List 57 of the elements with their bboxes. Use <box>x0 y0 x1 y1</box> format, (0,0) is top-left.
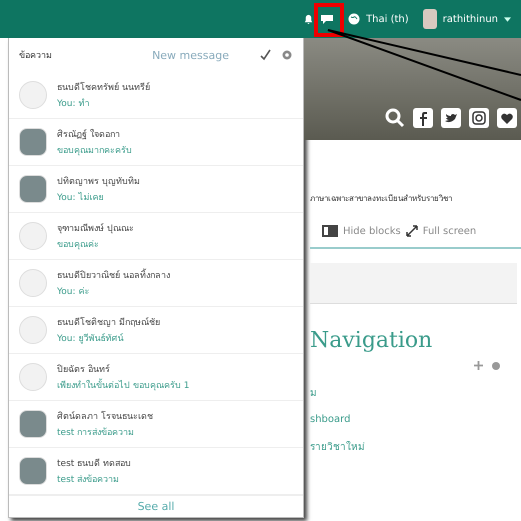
default-avatar <box>19 316 47 344</box>
bell-icon[interactable] <box>303 14 314 24</box>
message-preview: You: ยูวีพันธ์ทัศน์ <box>57 332 124 345</box>
message-preview: You: ไม่เคย <box>57 191 104 204</box>
photo-avatar <box>19 410 47 438</box>
conversation-item[interactable]: ปิยฉัตร อินทร์ เพียงทำในขั้นต่อไป ขอบคุณครับ 1 <box>9 354 303 401</box>
photo-avatar <box>19 175 47 203</box>
photo-avatar <box>19 128 47 156</box>
message-preview: ขอบคุณค่ะ <box>57 239 100 251</box>
contact-name: ปิยฉัตร อินทร์ <box>57 363 111 376</box>
camera-icon[interactable] <box>469 108 489 128</box>
contact-name: ศิรณัฏฐ์ ใจดอกา <box>57 128 121 141</box>
social-square-icon[interactable] <box>413 108 433 128</box>
language-menu[interactable]: Thai (th) <box>366 14 409 24</box>
message-preview: เพียงทำในขั้นต่อไป ขอบคุณครับ 1 <box>57 378 190 392</box>
contact-name: ธนบดีโชคทรัพย์ นนทรีย์ <box>57 80 150 94</box>
conversation-item[interactable]: ธนบดีปิยวาณิชย์ นอลทิ้งกลาง You: ค่ะ <box>9 260 303 307</box>
bird-icon[interactable] <box>441 108 461 128</box>
contact-name: test ธนบดี ทดสอบ <box>57 458 132 470</box>
conversation-item[interactable]: test ธนบดี ทดสอบ test ส่งข้อความ <box>9 448 303 495</box>
checkmark-icon[interactable] <box>259 49 271 61</box>
photo-avatar <box>19 457 47 485</box>
contact-name: ธนบดีโชติชญา มีกฤษณ์ชัย <box>57 316 160 329</box>
conversation-item[interactable]: ธนบดีโชคทรัพย์ นนทรีย์ You: ทำ <box>9 72 303 119</box>
message-preview: You: ทำ <box>57 98 90 110</box>
conversation-item[interactable]: ปทิตญาพร บุญทับทิม You: ไม่เคย <box>9 166 303 213</box>
default-avatar <box>19 363 47 391</box>
default-avatar <box>19 81 47 109</box>
caret-icon[interactable] <box>504 16 511 22</box>
move-icon[interactable] <box>474 361 483 370</box>
message-preview: test การส่งข้อความ <box>57 426 136 439</box>
user-menu[interactable]: rathithinun <box>442 14 498 24</box>
default-avatar <box>19 269 47 297</box>
contact-name: ธนบดีปิยวาณิชย์ นอลทิ้งกลาง <box>57 268 170 282</box>
block-title: Navigation <box>310 328 434 353</box>
search-icon[interactable] <box>385 108 405 128</box>
contact-name: จุฑามณีพงษ์ ปุณณะ <box>57 222 134 235</box>
full-screen-link[interactable]: Full screen <box>422 226 476 236</box>
contact-name: ศิตน์ดลภา โรจนธนะเดช <box>57 410 153 423</box>
default-avatar <box>19 222 47 250</box>
message-preview: test ส่งข้อความ <box>57 474 120 486</box>
conversation-item[interactable]: ธนบดีโชติชญา มีกฤษณ์ชัย You: ยูวีพันธ์ทัศน์ <box>9 307 303 354</box>
globe-icon[interactable] <box>348 13 360 25</box>
chat-bubble-icon[interactable] <box>320 13 334 25</box>
highlight-box <box>314 3 344 37</box>
diagonal-arrow-icon[interactable] <box>406 225 418 237</box>
message-preview: You: ค่ะ <box>57 286 90 298</box>
conversation-item[interactable]: จุฑามณีพงษ์ ปุณณะ ขอบคุณค่ะ <box>9 213 303 260</box>
enrol-text: ภาษาเฉพาะสาขาลงทะเบียนสำหรับรายวิชา <box>310 193 453 205</box>
panel-title: ข้อความ <box>19 50 53 62</box>
conversation-item[interactable]: ศิรณัฏฐ์ ใจดอกา ขอบคุณมากคะครับ <box>9 119 303 166</box>
blocks-icon[interactable] <box>322 225 338 237</box>
user-avatar[interactable] <box>422 9 437 29</box>
conversation-item[interactable]: ศิตน์ดลภา โรจนธนะเดช test การส่งข้อความ <box>9 401 303 448</box>
contact-name: ปทิตญาพร บุญทับทิม <box>57 176 140 188</box>
message-preview: ขอบคุณมากคะครับ <box>57 145 132 157</box>
hide-blocks-link[interactable]: Hide blocks <box>343 226 401 236</box>
